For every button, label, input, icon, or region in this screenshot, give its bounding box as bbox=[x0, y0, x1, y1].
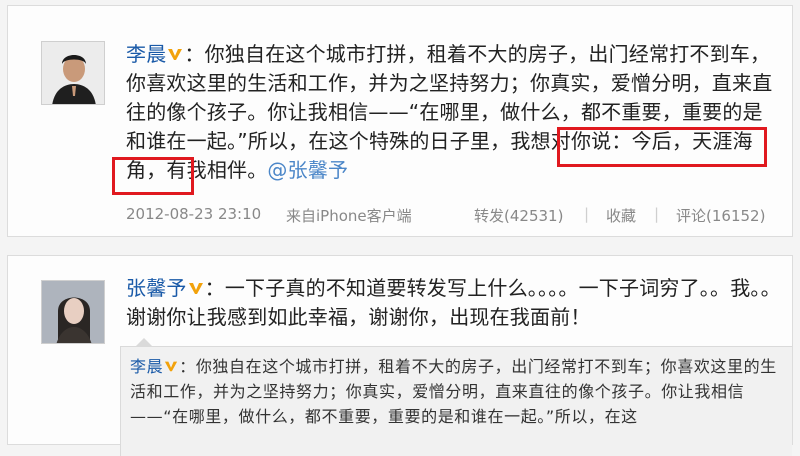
quote-text: 你独自在这个城市打拼，租着不大的房子，出门经常打不到车；你喜欢这里的生活和工作，… bbox=[130, 357, 777, 426]
post-text-2: 一下子真的不知道要转发写上什么。。。。一下子词穷了。。我。。谢谢你让我感到如此幸… bbox=[126, 276, 781, 329]
author-name-1[interactable]: 李晨 bbox=[126, 42, 166, 66]
avatar-author-2[interactable] bbox=[41, 280, 105, 344]
quote-author-name[interactable]: 李晨 bbox=[130, 357, 163, 376]
verified-v-icon bbox=[188, 283, 203, 294]
reposted-quote[interactable]: 李晨 ：你独自在这个城市打拼，租着不大的房子，出门经常打不到车；你喜欢这里的生活和… bbox=[120, 346, 792, 456]
post-text-highlight-2: 相伴。 bbox=[206, 158, 268, 182]
verified-v-icon bbox=[168, 49, 183, 60]
favorite-button[interactable]: 收藏 bbox=[606, 205, 636, 226]
author-name-2[interactable]: 张馨予 bbox=[126, 276, 187, 300]
action-separator: | bbox=[654, 205, 660, 223]
weibo-post-1: 李晨 ：你独自在这个城市打拼，租着不大的房子，出门经常打不到车，你喜欢这里的生活和… bbox=[7, 5, 793, 237]
post-source[interactable]: 来自iPhone客户端 bbox=[286, 205, 412, 226]
avatar-author-1[interactable] bbox=[41, 41, 105, 105]
comment-button[interactable]: 评论(16152) bbox=[676, 205, 765, 226]
quote-arrow bbox=[136, 338, 152, 346]
quote-body: 李晨 ：你独自在这个城市打拼，租着不大的房子，出门经常打不到车；你喜欢这里的生活和… bbox=[130, 354, 780, 429]
post-timestamp[interactable]: 2012-08-23 23:10 bbox=[126, 205, 261, 223]
action-separator: | bbox=[584, 205, 590, 223]
post-body-1: 李晨 ：你独自在这个城市打拼，租着不大的房子，出门经常打不到车，你喜欢这里的生活和… bbox=[126, 40, 781, 185]
weibo-post-2: 张馨予 ：一下子真的不知道要转发写上什么。。。。一下子词穷了。。我。。谢谢你让我感… bbox=[7, 255, 793, 456]
author-colon: ： bbox=[184, 42, 205, 66]
author-colon: ： bbox=[179, 357, 196, 376]
post-body-2: 张馨予 ：一下子真的不知道要转发写上什么。。。。一下子词穷了。。我。。谢谢你让我感… bbox=[126, 274, 781, 332]
author-colon: ： bbox=[204, 276, 225, 300]
verified-v-icon bbox=[165, 361, 178, 372]
repost-button[interactable]: 转发(42531) bbox=[474, 205, 563, 226]
mention-link[interactable]: @张馨予 bbox=[267, 158, 348, 182]
